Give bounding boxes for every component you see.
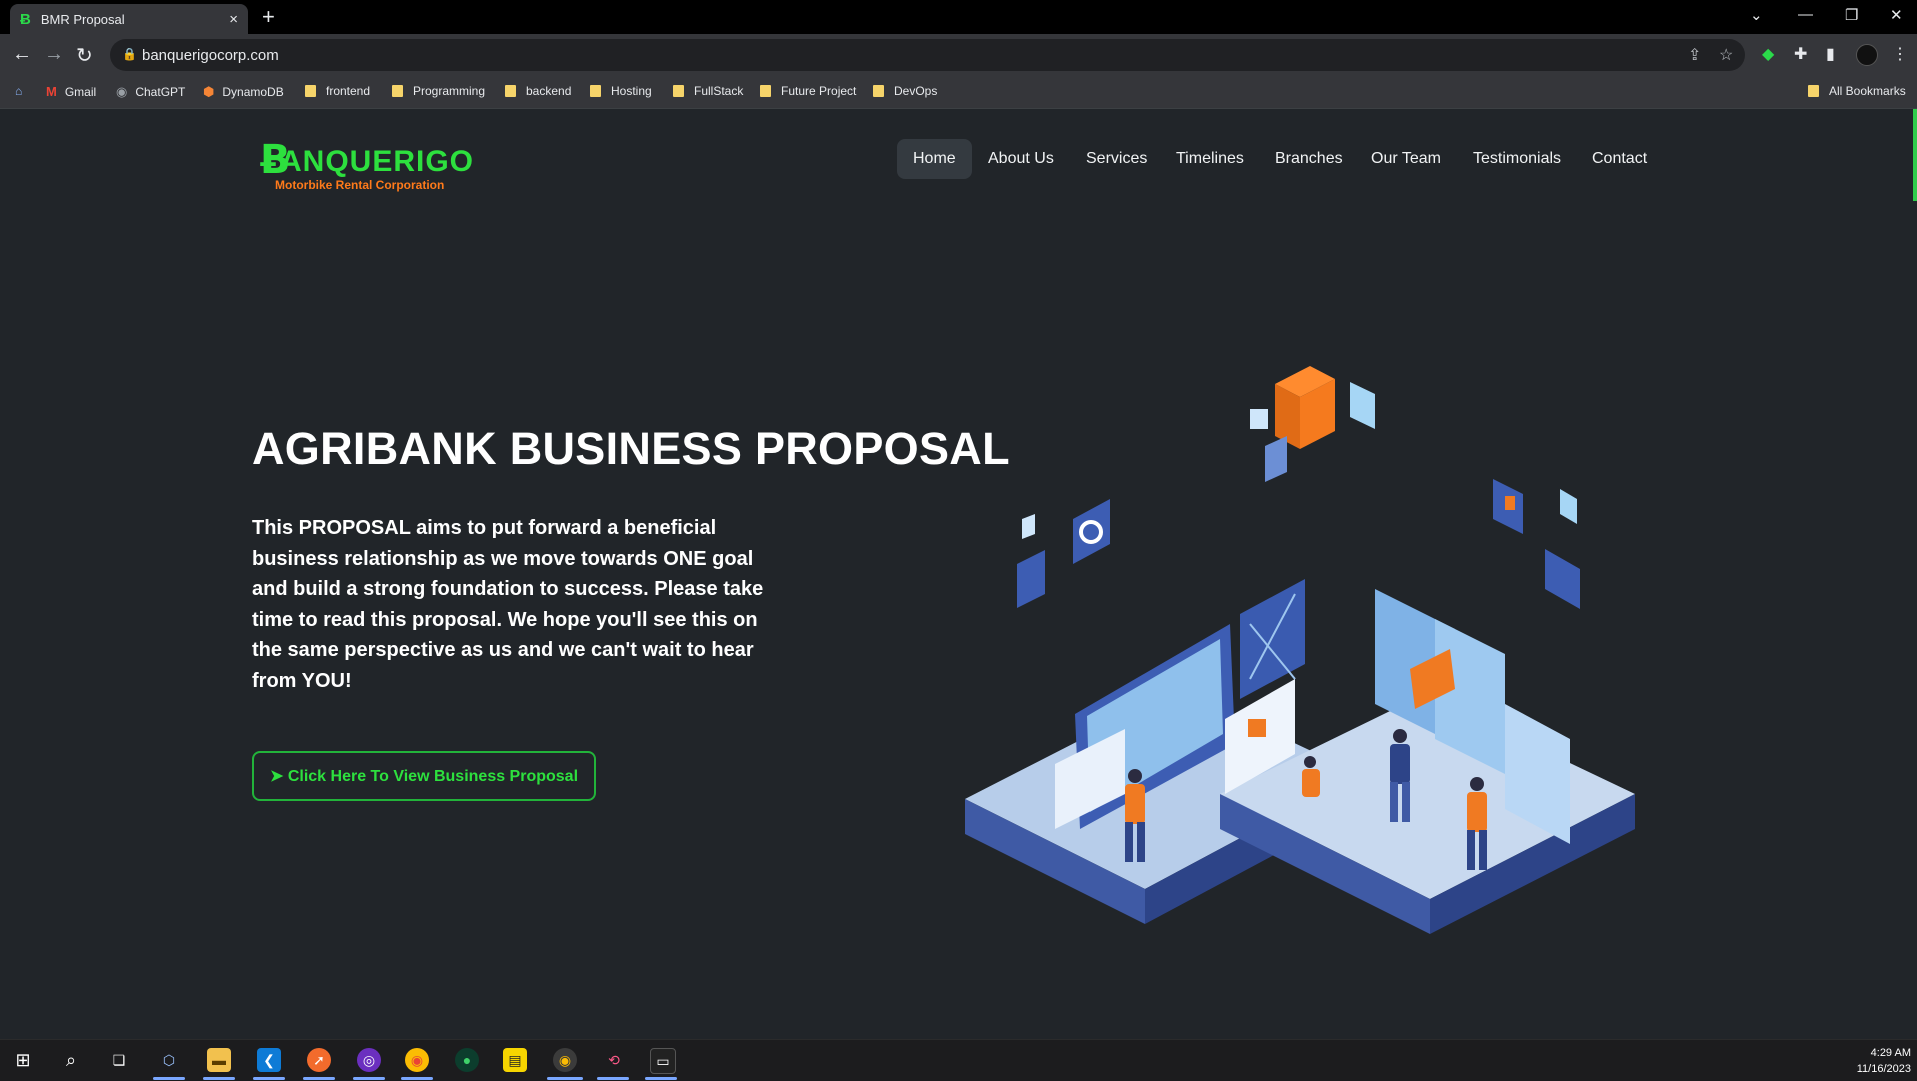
postman-icon[interactable]: ➚ (307, 1048, 331, 1072)
sticky-notes-icon[interactable]: ▤ (503, 1048, 527, 1072)
github-desktop-icon[interactable]: ◎ (357, 1048, 381, 1072)
folder-icon (305, 85, 316, 97)
bookmark-programming[interactable]: Programming (392, 84, 485, 98)
bookmarks-bar: ⌂ M Gmail ◉ ChatGPT ⬢ DynamoDB frontend … (0, 76, 1917, 109)
web-page: Ƀ ANQUERIGO Motorbike Rental Corporation… (0, 109, 1917, 1039)
bookmark-star-icon[interactable]: ☆ (1719, 45, 1733, 65)
all-bookmarks[interactable]: All Bookmarks (1808, 84, 1906, 98)
search-icon[interactable]: ⌕ (59, 1048, 83, 1072)
bookmark-fullstack[interactable]: FullStack (673, 84, 743, 98)
all-bookmarks-label: All Bookmarks (1829, 84, 1906, 98)
new-tab-button[interactable]: + (262, 4, 275, 30)
view-proposal-button[interactable]: ➤ Click Here To View Business Proposal (252, 751, 596, 801)
nav-services[interactable]: Services (1070, 139, 1163, 179)
logo-tagline: Motorbike Rental Corporation (275, 178, 445, 192)
profile-avatar[interactable] (1856, 44, 1878, 66)
bookmark-chatgpt[interactable]: ◉ ChatGPT (116, 84, 185, 100)
folder-icon (873, 85, 884, 97)
chrome-icon[interactable]: ◉ (405, 1048, 429, 1072)
forward-icon[interactable]: → (44, 43, 64, 66)
windows-taskbar: ⊞ ⌕ ❏ ⬡ ▬ ❮ ➚ ◎ ◉ ● ▤ ◉ ⟲ ▭ 4:29 AM 11/1… (0, 1039, 1917, 1081)
bookmark-hosting[interactable]: Hosting (590, 84, 652, 98)
browser-toolbar: ← → ↻ 🔒 banquerigocorp.com ⇪ ☆ ◆ ✚ ▮ ⋮ (0, 34, 1917, 76)
windows-start-icon[interactable]: ⊞ (11, 1048, 35, 1072)
chatgpt-icon: ◉ (116, 84, 128, 99)
logo-name: ANQUERIGO (280, 145, 475, 178)
bookmark-label: Hosting (611, 84, 652, 98)
bookmark-future-project[interactable]: Future Project (760, 84, 856, 98)
bookmark-label: frontend (326, 84, 371, 98)
bookmark-label: Gmail (64, 84, 97, 99)
bookmark-label: backend (526, 84, 572, 98)
system-clock[interactable]: 4:29 AM 11/16/2023 (1857, 1045, 1911, 1077)
menu-kebab-icon[interactable]: ⋮ (1892, 44, 1908, 64)
extensions-puzzle-icon[interactable]: ✚ (1794, 44, 1807, 64)
bookmark-label: Programming (413, 84, 486, 98)
dynamodb-icon: ⬢ (203, 84, 215, 99)
address-bar[interactable]: 🔒 banquerigocorp.com ⇪ ☆ (110, 39, 1745, 71)
folder-icon (673, 85, 684, 97)
folder-icon (590, 85, 601, 97)
bookmark-label: FullStack (694, 84, 744, 98)
clock-date: 11/16/2023 (1856, 1063, 1911, 1075)
file-explorer-icon[interactable]: ▬ (207, 1048, 231, 1072)
folder-icon (1808, 85, 1819, 97)
nav-branches[interactable]: Branches (1259, 139, 1359, 179)
hero-description: This PROPOSAL aims to put forward a bene… (252, 517, 764, 692)
apps-home-icon[interactable]: ⌂ (15, 84, 22, 98)
close-window-button[interactable]: ✕ (1890, 6, 1903, 24)
bookmark-dynamodb[interactable]: ⬢ DynamoDB (203, 84, 284, 100)
nav-timelines[interactable]: Timelines (1160, 139, 1260, 179)
side-panel-icon[interactable]: ▮ (1826, 44, 1835, 64)
tab-title: BMR Proposal (40, 11, 125, 27)
bookmark-gmail[interactable]: M Gmail (46, 84, 96, 99)
bookmark-backend[interactable]: backend (505, 84, 571, 98)
tab-search-icon[interactable]: ⌄ (1750, 6, 1763, 24)
task-view-icon[interactable]: ❏ (107, 1048, 131, 1072)
clock-time: 4:29 AM (1870, 1047, 1911, 1059)
chrome-active-icon[interactable]: ◉ (553, 1048, 577, 1072)
mongodb-compass-icon[interactable]: ● (455, 1048, 479, 1072)
virtualbox-icon[interactable]: ⬡ (157, 1048, 181, 1072)
browser-tab[interactable]: Ƀ BMR Proposal × (10, 4, 248, 34)
site-logo[interactable]: Ƀ ANQUERIGO Motorbike Rental Corporation (260, 137, 473, 197)
nav-about-us[interactable]: About Us (972, 139, 1070, 179)
nav-contact[interactable]: Contact (1576, 139, 1663, 179)
share-icon[interactable]: ⇪ (1688, 45, 1701, 65)
back-icon[interactable]: ← (12, 43, 32, 66)
nav-home[interactable]: Home (897, 139, 972, 179)
restore-button[interactable]: ❐ (1845, 6, 1858, 24)
extension-icon[interactable]: ◆ (1762, 44, 1774, 64)
reload-icon[interactable]: ↻ (76, 43, 93, 68)
folder-icon (392, 85, 403, 97)
url-text[interactable]: banquerigocorp.com (142, 47, 279, 64)
nav-testimonials[interactable]: Testimonials (1457, 139, 1577, 179)
beekeeper-icon[interactable]: ⟲ (602, 1048, 626, 1072)
scroll-indicator (1913, 109, 1917, 201)
tab-strip: Ƀ BMR Proposal × + ⌄ — ❐ ✕ (0, 0, 1917, 34)
folder-icon (760, 85, 771, 97)
terminal-icon[interactable]: ▭ (650, 1048, 676, 1074)
tab-close-icon[interactable]: × (229, 11, 238, 28)
nav-our-team[interactable]: Our Team (1355, 139, 1457, 179)
bookmark-label: ChatGPT (135, 85, 186, 99)
bookmark-label: DynamoDB (222, 85, 284, 99)
site-favicon-icon: Ƀ (20, 10, 31, 28)
bookmark-label: DevOps (894, 84, 938, 98)
vscode-icon[interactable]: ❮ (257, 1048, 281, 1072)
bookmark-label: Future Project (781, 84, 857, 98)
folder-icon (505, 85, 516, 97)
gmail-icon: M (46, 84, 57, 99)
isometric-tech-illustration (965, 366, 1635, 934)
minimize-button[interactable]: — (1798, 6, 1813, 23)
bookmark-frontend[interactable]: frontend (305, 84, 370, 98)
hero-title: AGRIBANK BUSINESS PROPOSAL (252, 423, 1010, 474)
lock-icon: 🔒 (122, 47, 137, 61)
bookmark-devops[interactable]: DevOps (873, 84, 937, 98)
